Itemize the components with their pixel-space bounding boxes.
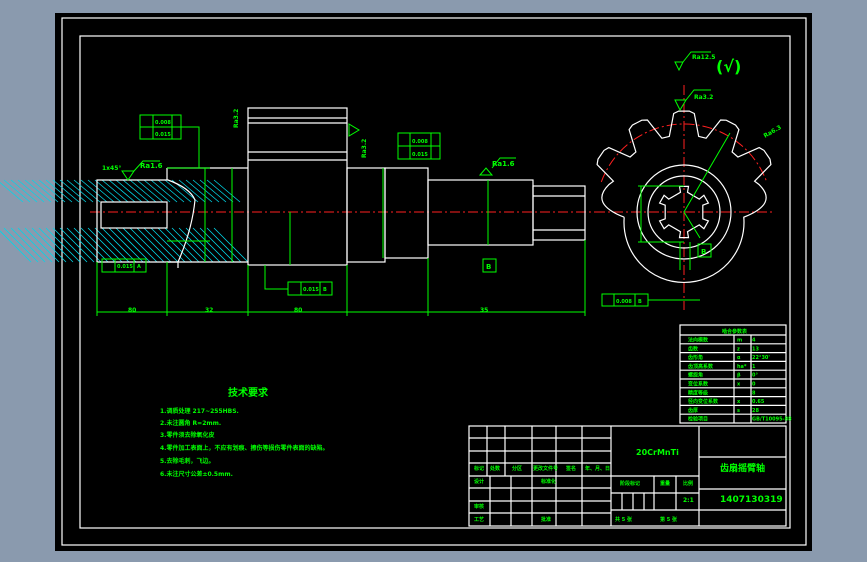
- gear-param-value: 1: [752, 364, 756, 370]
- svg-text:Ra1.6: Ra1.6: [140, 162, 163, 170]
- svg-text:4.零件加工表面上，不应有划痕、擦伤等损伤零件表面的缺陷。: 4.零件加工表面上，不应有划痕、擦伤等损伤零件表面的缺陷。: [160, 444, 328, 452]
- gear-param-symbol: α: [737, 355, 741, 361]
- svg-text:B: B: [701, 248, 706, 256]
- gear-param-name: 变位系数: [688, 381, 709, 388]
- gear-param-name: 精度等级: [688, 389, 708, 396]
- svg-text:0.008: 0.008: [616, 299, 632, 305]
- svg-text:第 5 张: 第 5 张: [660, 516, 678, 523]
- svg-text:阶段标记: 阶段标记: [620, 480, 640, 487]
- svg-text:B: B: [486, 263, 491, 271]
- gear-param-name: 齿数: [688, 345, 699, 352]
- svg-text:1x45°: 1x45°: [102, 165, 121, 172]
- gear-param-name: 检验项目: [688, 416, 708, 423]
- gear-param-name: 齿形角: [688, 354, 703, 361]
- svg-text:年、月、日: 年、月、日: [585, 465, 610, 472]
- part-name: 齿扇摇臂轴: [720, 462, 765, 474]
- gear-param-value: 22°30': [752, 355, 770, 361]
- svg-text:2.未注圆角 R=2mm.: 2.未注圆角 R=2mm.: [160, 419, 221, 427]
- svg-text:35: 35: [480, 307, 488, 314]
- svg-text:设计: 设计: [474, 478, 484, 485]
- svg-text:分区: 分区: [512, 465, 522, 472]
- svg-text:0.008: 0.008: [155, 120, 171, 126]
- svg-text:Ra1.6: Ra1.6: [492, 160, 515, 168]
- gear-param-symbol: z: [737, 346, 740, 352]
- gear-param-symbol: s: [737, 408, 740, 414]
- svg-text:共 5 张: 共 5 张: [615, 516, 633, 523]
- gear-param-value: 13: [752, 346, 759, 352]
- gear-param-value: 4: [752, 338, 756, 344]
- drawing-number: 1407130319: [720, 495, 783, 505]
- svg-text:6.未注尺寸公差±0.5mm.: 6.未注尺寸公差±0.5mm.: [160, 470, 233, 478]
- svg-text:(√): (√): [716, 57, 741, 76]
- svg-text:处数: 处数: [489, 465, 501, 472]
- svg-text:Ra3.2: Ra3.2: [233, 109, 240, 128]
- material: 20CrMnTi: [636, 448, 679, 457]
- gear-param-name: 齿厚: [688, 407, 698, 414]
- svg-text:5.去除毛刺，飞边。: 5.去除毛刺，飞边。: [160, 457, 214, 465]
- svg-text:1.调质处理 217~255HBS.: 1.调质处理 217~255HBS.: [160, 407, 239, 415]
- svg-text:B: B: [638, 299, 642, 305]
- gear-param-symbol: ha*: [737, 364, 747, 370]
- svg-text:工艺: 工艺: [474, 516, 484, 523]
- tech-title: 技术要求: [228, 386, 269, 399]
- svg-text:0.015: 0.015: [117, 264, 133, 270]
- gear-param-name: 齿顶高系数: [688, 363, 714, 370]
- gear-param-name: 法向模数: [688, 337, 709, 344]
- svg-text:0.015: 0.015: [155, 132, 171, 138]
- svg-text:B: B: [323, 287, 327, 293]
- svg-text:0.008: 0.008: [412, 139, 428, 145]
- gear-param-value: 28: [752, 408, 759, 414]
- svg-text:批准: 批准: [541, 516, 551, 523]
- gear-param-value: 8: [752, 390, 756, 396]
- svg-text:Ra3.2: Ra3.2: [361, 139, 368, 158]
- svg-text:审核: 审核: [474, 503, 484, 510]
- svg-text:3.零件须去除氧化皮: 3.零件须去除氧化皮: [160, 431, 214, 439]
- gear-param-symbol: β: [737, 373, 741, 379]
- gear-param-value: 0°: [752, 373, 758, 379]
- svg-text:标准化: 标准化: [540, 478, 556, 485]
- gear-param-name: 径向变位系数: [688, 398, 719, 405]
- svg-text:80: 80: [294, 307, 302, 314]
- svg-text:2:1: 2:1: [683, 497, 694, 504]
- gear-param-value: 0.65: [752, 399, 765, 405]
- gear-param-symbol: m: [737, 338, 742, 344]
- gear-param-name: 螺旋角: [688, 372, 703, 379]
- svg-text:32: 32: [205, 307, 213, 314]
- gear-param-value: GB/T10095-88: [752, 417, 792, 423]
- gear-param-value: 0: [752, 382, 756, 388]
- svg-text:重量: 重量: [660, 480, 670, 487]
- svg-text:Ra3.2: Ra3.2: [694, 94, 713, 101]
- svg-text:啮合参数表: 啮合参数表: [722, 328, 748, 335]
- svg-text:0.015: 0.015: [303, 287, 319, 293]
- svg-text:更改文件号: 更改文件号: [533, 465, 558, 472]
- svg-text:80: 80: [128, 307, 136, 314]
- svg-text:0.015: 0.015: [412, 152, 428, 158]
- drawing-sheet: 80 32 80 35 0.008 0.015 0.008 0.015 0.01…: [0, 13, 812, 551]
- svg-text:比例: 比例: [683, 480, 693, 487]
- svg-text:Ra12.5: Ra12.5: [692, 54, 715, 61]
- svg-text:A: A: [137, 264, 141, 270]
- svg-text:标记: 标记: [473, 465, 484, 472]
- svg-text:签名: 签名: [565, 465, 576, 472]
